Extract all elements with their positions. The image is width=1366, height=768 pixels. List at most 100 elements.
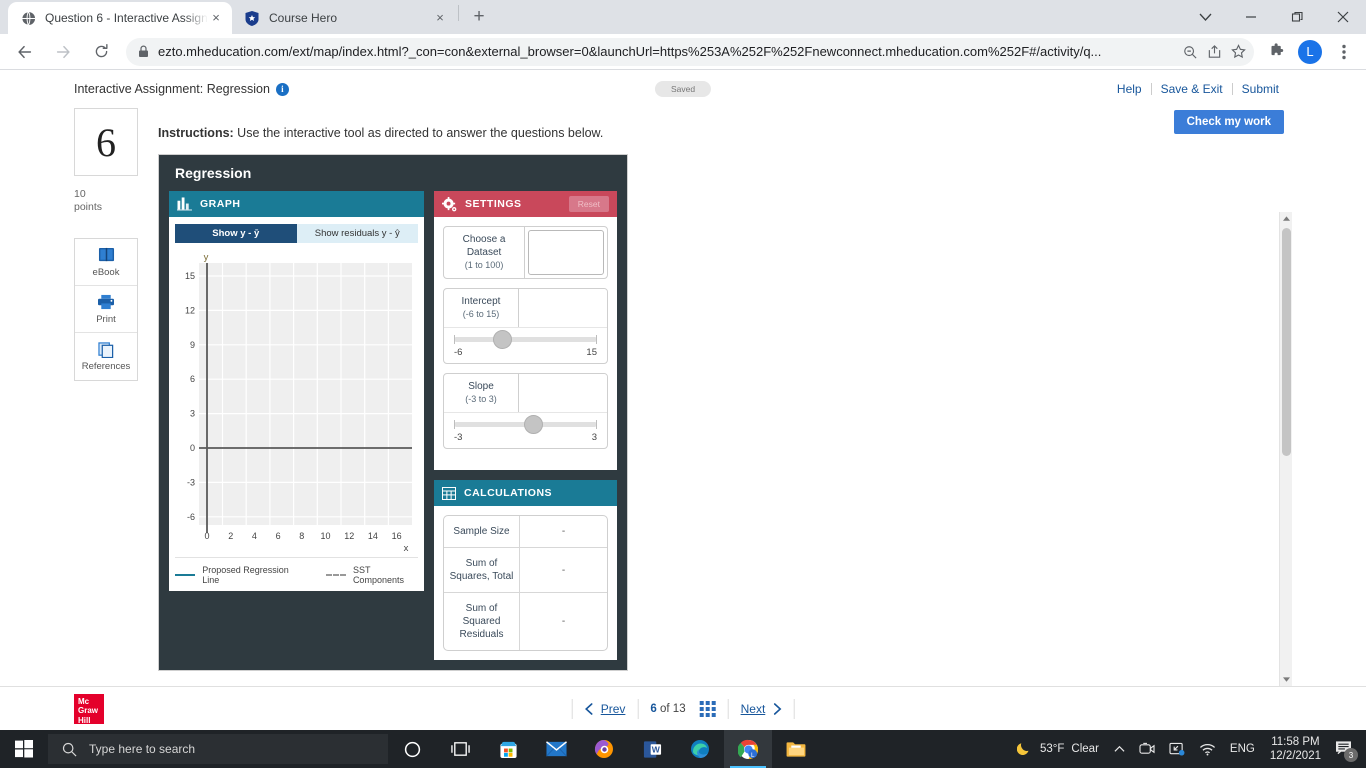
new-tab-button[interactable]: +	[465, 3, 493, 31]
firefox-icon[interactable]	[580, 730, 628, 768]
browser-tab-active[interactable]: Question 6 - Interactive Assignme ×	[8, 2, 232, 34]
help-link[interactable]: Help	[1108, 82, 1151, 96]
calculations-panel-header: CALCULATIONS	[434, 480, 617, 506]
page-scrollbar[interactable]	[1279, 212, 1292, 686]
slope-slider-track[interactable]	[454, 422, 597, 427]
share-icon[interactable]	[1202, 40, 1226, 64]
cortana-icon[interactable]	[388, 730, 436, 768]
grid-cell	[706, 713, 710, 717]
system-tray: 53°F Clear ENG 11:58 PM 12/2/2021 3	[1009, 735, 1366, 763]
file-explorer-icon[interactable]	[772, 730, 820, 768]
intercept-range: (-6 to 15)	[448, 308, 514, 321]
wifi-icon[interactable]	[1192, 743, 1223, 756]
print-button[interactable]: Print	[75, 286, 137, 333]
panel-gap	[434, 470, 617, 480]
word-icon[interactable]: W	[628, 730, 676, 768]
header-links: Help Save & Exit Submit	[1108, 82, 1288, 96]
graph-panel: Show y - ȳ Show residuals y - ŷ	[169, 217, 424, 591]
grid-cell	[700, 707, 704, 711]
more-menu-icon[interactable]	[1330, 38, 1358, 66]
info-icon[interactable]: i	[276, 83, 289, 96]
minimize-button[interactable]	[1228, 1, 1274, 33]
svg-text:-6: -6	[187, 512, 195, 522]
svg-text:16: 16	[392, 531, 402, 541]
dataset-range: (1 to 100)	[448, 259, 520, 272]
search-icon	[62, 742, 77, 757]
chevron-down-icon[interactable]	[1182, 1, 1228, 33]
slope-slider-ends: -3 3	[454, 432, 597, 443]
intercept-slider-track[interactable]	[454, 337, 597, 342]
intercept-input[interactable]	[519, 289, 607, 327]
language-indicator[interactable]: ENG	[1223, 743, 1262, 755]
submit-link[interactable]: Submit	[1233, 82, 1288, 96]
svg-text:9: 9	[190, 340, 195, 350]
plot-area[interactable]: 15 12 9 6 3 0 -3 -6	[175, 251, 418, 551]
taskbar-clock[interactable]: 11:58 PM 12/2/2021	[1262, 735, 1329, 763]
settings-panel-title: SETTINGS	[465, 198, 522, 210]
task-view-icon[interactable]	[436, 730, 484, 768]
scroll-down-icon[interactable]	[1280, 673, 1293, 686]
close-icon[interactable]: ×	[208, 10, 224, 26]
intercept-slider-thumb[interactable]	[493, 330, 512, 349]
window-controls	[1182, 0, 1366, 34]
scroll-up-icon[interactable]	[1280, 212, 1293, 225]
extensions-icon[interactable]	[1262, 38, 1290, 66]
slope-slider-row: -3 3	[444, 412, 607, 448]
svg-text:14: 14	[368, 531, 378, 541]
gear-icon	[442, 197, 457, 212]
reload-icon[interactable]	[87, 38, 115, 66]
browser-tab-course-hero[interactable]: Course Hero ×	[232, 2, 456, 34]
intercept-min: -6	[454, 347, 462, 358]
chrome-icon[interactable]: L	[724, 730, 772, 768]
forward-icon[interactable]	[49, 38, 77, 66]
svg-text:6: 6	[190, 374, 195, 384]
slope-input[interactable]	[519, 374, 607, 412]
references-button[interactable]: References	[75, 333, 137, 380]
prev-group[interactable]: Prev	[573, 702, 638, 716]
legend-label-sst: SST Components	[353, 565, 418, 585]
reset-button[interactable]: Reset	[569, 196, 609, 212]
address-bar[interactable]: ezto.mheducation.com/ext/map/index.html?…	[126, 38, 1254, 66]
bar-chart-icon	[177, 197, 192, 211]
zoom-out-icon[interactable]	[1178, 40, 1202, 64]
notifications-icon[interactable]: 3	[1329, 740, 1362, 758]
calc-label-sse: Sum of Squared Residuals	[444, 593, 519, 650]
pager: Prev 6 of 13 Next	[572, 699, 795, 719]
weather-widget[interactable]: 53°F Clear	[1009, 740, 1107, 759]
mail-icon[interactable]	[532, 730, 580, 768]
onedrive-sync-icon[interactable]	[1162, 742, 1192, 756]
next-link[interactable]: Next	[741, 702, 766, 716]
taskbar-search-input[interactable]: Type here to search	[48, 734, 388, 764]
ebook-button[interactable]: eBook	[75, 239, 137, 286]
bookmark-star-icon[interactable]	[1226, 40, 1250, 64]
close-icon-2[interactable]: ×	[432, 10, 448, 26]
toggle-show-y-deviation[interactable]: Show y - ȳ	[175, 224, 297, 243]
pager-divider-4	[793, 699, 794, 719]
check-my-work-button[interactable]: Check my work	[1174, 110, 1284, 134]
grid-icon[interactable]	[700, 701, 716, 717]
save-exit-link[interactable]: Save & Exit	[1152, 82, 1232, 96]
show-hidden-icons-chevron[interactable]	[1107, 745, 1132, 753]
camera-icon[interactable]	[1132, 742, 1162, 756]
microsoft-store-icon[interactable]	[484, 730, 532, 768]
chevron-right-icon	[773, 703, 781, 715]
toggle-show-residuals[interactable]: Show residuals y - ŷ	[297, 224, 419, 243]
scrollbar-thumb[interactable]	[1282, 228, 1291, 456]
regression-widget: Regression GRAPH Show y - ȳ Show residua…	[158, 154, 628, 671]
profile-avatar[interactable]: L	[1298, 40, 1322, 64]
graph-panel-title: GRAPH	[200, 198, 240, 210]
dataset-input[interactable]	[528, 230, 604, 275]
close-window-button[interactable]	[1320, 1, 1366, 33]
start-button[interactable]	[0, 730, 48, 768]
dataset-field: Choose a Dataset (1 to 100)	[443, 226, 608, 279]
maximize-button[interactable]	[1274, 1, 1320, 33]
slope-row: Slope (-3 to 3)	[444, 374, 607, 412]
question-number: 6	[74, 108, 138, 176]
prev-link[interactable]: Prev	[601, 702, 626, 716]
next-group[interactable]: Next	[729, 702, 794, 716]
back-icon[interactable]	[11, 38, 39, 66]
legend-item-regression-line: Proposed Regression Line	[175, 565, 300, 585]
edge-icon[interactable]	[676, 730, 724, 768]
svg-text:12: 12	[185, 305, 195, 315]
slope-slider-thumb[interactable]	[524, 415, 543, 434]
